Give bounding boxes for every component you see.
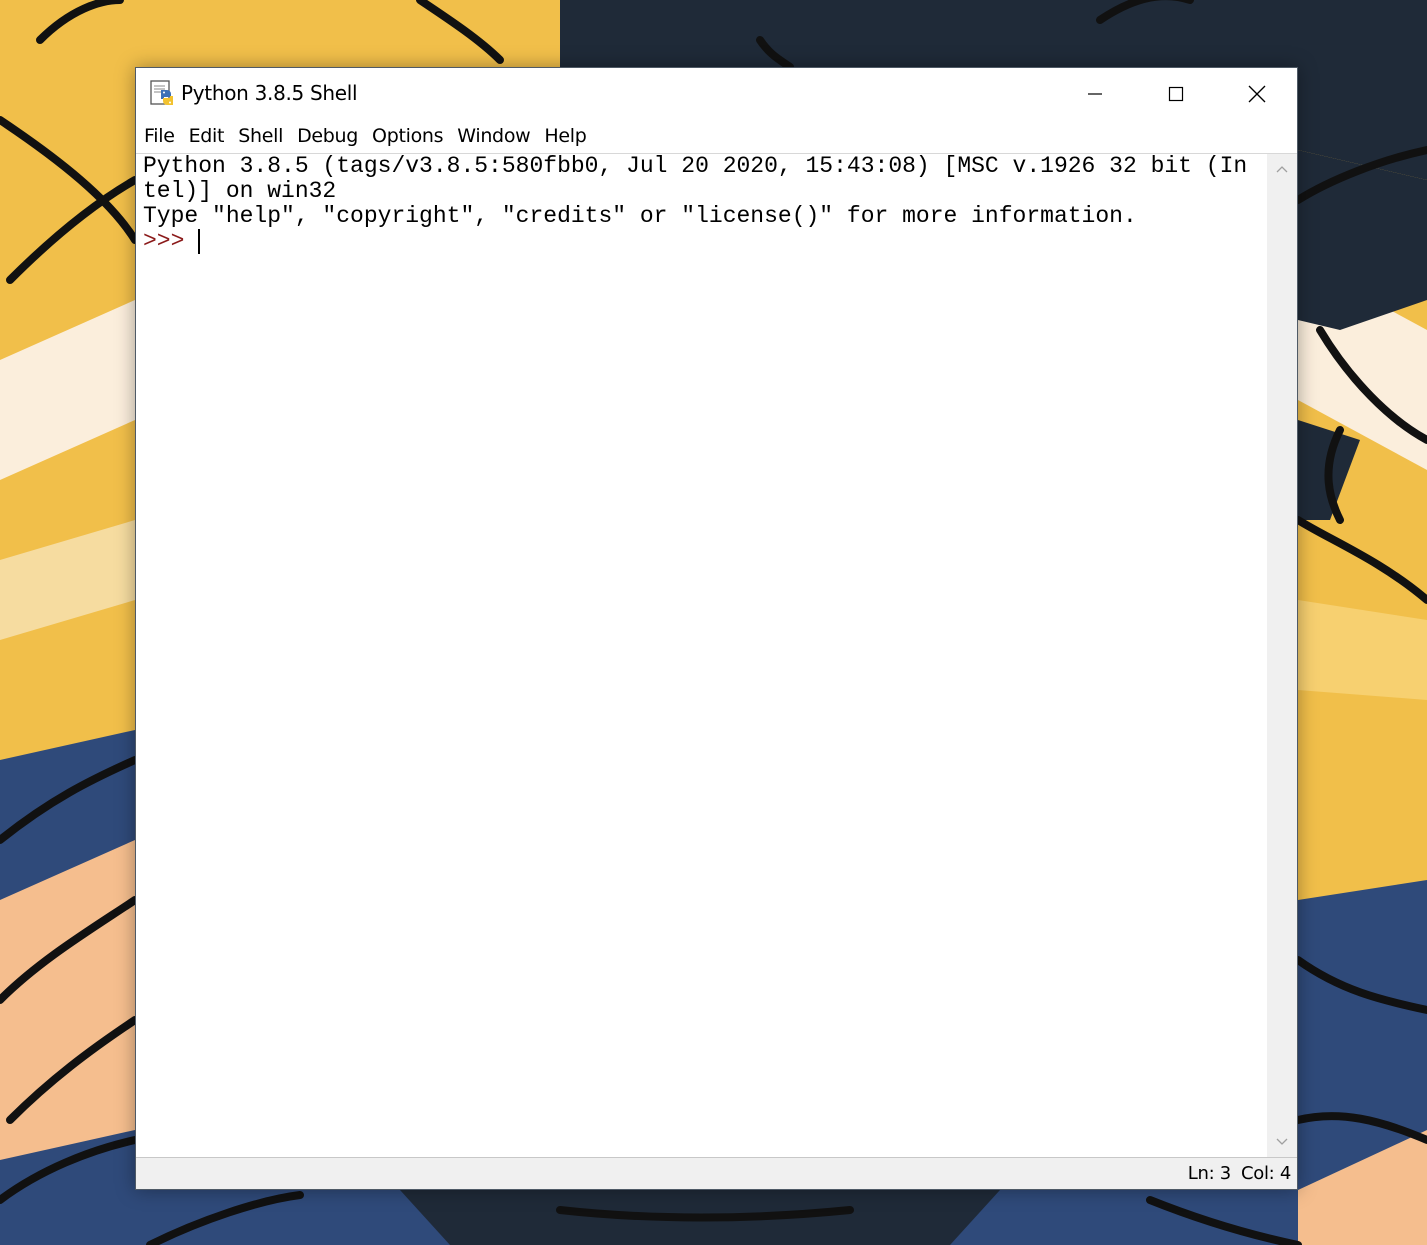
cursor-position: Ln: 3 Col: 4 (1187, 1163, 1292, 1184)
minimize-icon (1088, 93, 1102, 95)
menu-file[interactable]: File (136, 120, 182, 153)
menu-bar: File Edit Shell Debug Options Window Hel… (136, 120, 1297, 153)
window-title: Python 3.8.5 Shell (181, 81, 358, 105)
scroll-up-button[interactable] (1267, 154, 1297, 184)
shell-output: Python 3.8.5 (tags/v3.8.5:580fbb0, Jul 2… (143, 154, 1247, 254)
menu-help[interactable]: Help (537, 120, 593, 153)
idle-shell-window: Python 3.8.5 Shell File Edit Shell Debug… (135, 67, 1298, 1190)
menu-options[interactable]: Options (365, 120, 450, 153)
close-icon (1248, 85, 1266, 103)
shell-line-2: tel)] on win32 (143, 178, 337, 204)
chevron-up-icon (1276, 166, 1288, 173)
scroll-down-button[interactable] (1267, 1127, 1297, 1157)
status-line: Ln: 3 (1187, 1163, 1231, 1184)
menu-shell[interactable]: Shell (231, 120, 290, 153)
maximize-button[interactable] (1136, 68, 1216, 120)
menu-debug[interactable]: Debug (290, 120, 365, 153)
minimize-button[interactable] (1055, 68, 1135, 120)
status-column: Col: 4 (1240, 1163, 1291, 1184)
maximize-icon (1168, 86, 1184, 102)
menu-edit[interactable]: Edit (182, 120, 232, 153)
title-bar[interactable]: Python 3.8.5 Shell (136, 68, 1297, 120)
shell-line-3: Type "help", "copyright", "credits" or "… (143, 203, 1137, 229)
shell-text-area[interactable]: Python 3.8.5 (tags/v3.8.5:580fbb0, Jul 2… (136, 153, 1267, 1157)
close-button[interactable] (1217, 68, 1297, 120)
chevron-down-icon (1276, 1138, 1288, 1145)
idle-python-icon (150, 80, 173, 105)
menu-window[interactable]: Window (450, 120, 537, 153)
status-bar: Ln: 3 Col: 4 (136, 1157, 1297, 1189)
shell-line-1: Python 3.8.5 (tags/v3.8.5:580fbb0, Jul 2… (143, 153, 1248, 179)
vertical-scrollbar[interactable] (1267, 153, 1297, 1157)
shell-prompt: >>> (143, 228, 199, 254)
text-cursor (198, 229, 201, 254)
